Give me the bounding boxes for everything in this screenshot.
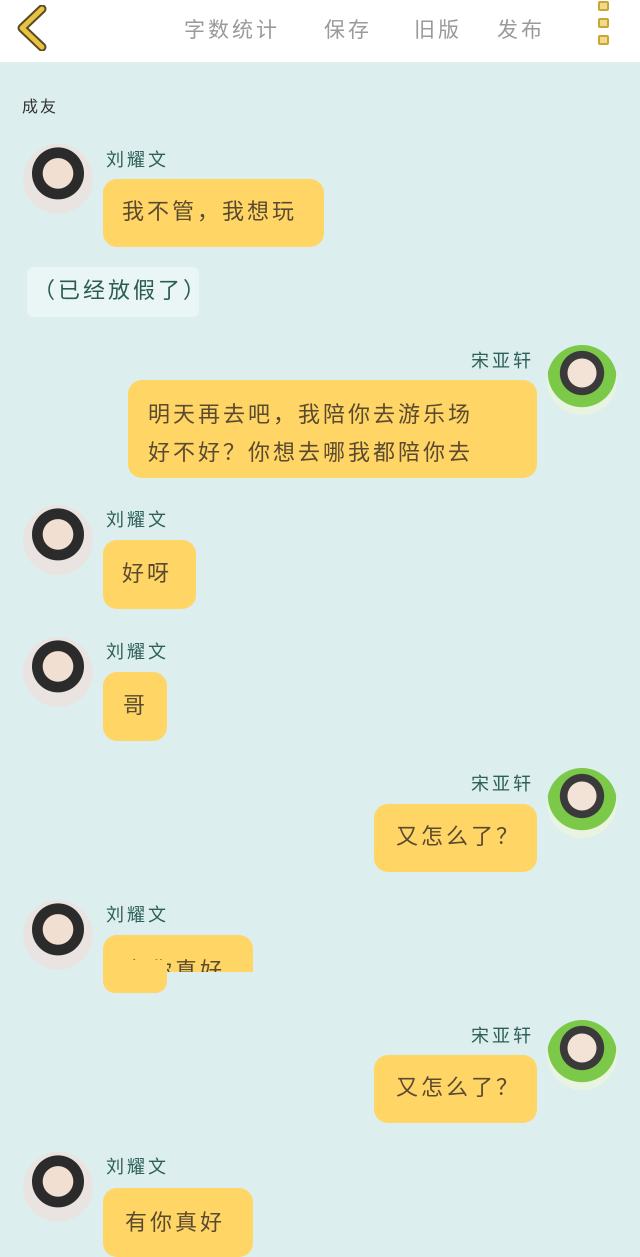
sender-name: 宋亚轩 (471, 1026, 534, 1047)
avatar[interactable] (23, 144, 93, 214)
sender-name: 刘耀文 (106, 510, 169, 531)
sender-name: 宋亚轩 (471, 774, 534, 795)
chevron-left-icon (17, 5, 47, 51)
word-count-button[interactable]: 字数统计 (184, 14, 280, 44)
avatar[interactable] (547, 1020, 617, 1090)
narration-note: （已经放假了） (27, 267, 205, 317)
message-line: 明天再去吧，我陪你去游乐场 (148, 403, 474, 428)
avatar[interactable] (23, 505, 93, 575)
sender-name: 刘耀文 (106, 905, 169, 926)
avatar[interactable] (547, 345, 617, 415)
message-bubble[interactable]: 有你真好 (103, 1188, 253, 1257)
message-bubble[interactable]: 明天再去吧，我陪你去游乐场 好不好？你想去哪我都陪你去 (128, 380, 537, 478)
top-toolbar: 字数统计 保存 旧版 发布 (0, 0, 640, 62)
avatar[interactable] (23, 637, 93, 707)
message-bubble-fragment (103, 960, 167, 993)
sender-name: 刘耀文 (106, 642, 169, 663)
avatar[interactable] (547, 768, 617, 838)
message-bubble[interactable]: 又怎么了？ (374, 1055, 537, 1123)
chat-group-name: 成友 (22, 97, 59, 116)
avatar[interactable] (23, 1152, 93, 1222)
more-menu-icon[interactable] (594, 0, 616, 52)
message-bubble[interactable]: 哥 (103, 672, 167, 741)
save-button[interactable]: 保存 (324, 14, 372, 44)
avatar[interactable] (23, 900, 93, 970)
back-button[interactable] (8, 4, 56, 52)
message-line: 好不好？你想去哪我都陪你去 (148, 441, 474, 466)
message-bubble[interactable]: 我不管，我想玩 (103, 179, 324, 247)
message-bubble[interactable]: 又怎么了？ (374, 804, 537, 872)
old-version-button[interactable]: 旧版 (414, 14, 462, 44)
sender-name: 刘耀文 (106, 150, 169, 171)
sender-name: 刘耀文 (106, 1157, 169, 1178)
publish-button[interactable]: 发布 (497, 14, 545, 44)
sender-name: 宋亚轩 (471, 351, 534, 372)
message-bubble[interactable]: 好呀 (103, 540, 196, 609)
